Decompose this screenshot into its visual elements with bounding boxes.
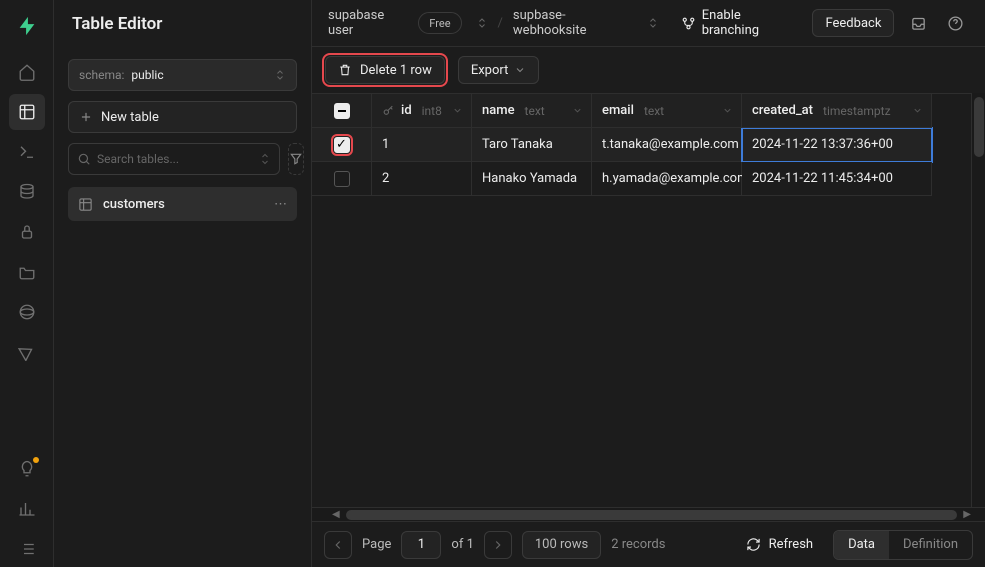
- chevron-down-icon[interactable]: [722, 105, 733, 116]
- toolbar: Delete 1 row Export: [312, 47, 985, 93]
- table-item-menu[interactable]: ⋯: [274, 197, 287, 212]
- org-name[interactable]: supabase user: [328, 8, 408, 38]
- records-count: 2 records: [611, 537, 665, 552]
- row-checkbox[interactable]: [312, 162, 372, 196]
- delete-rows-button[interactable]: Delete 1 row: [325, 56, 445, 84]
- horizontal-scrollbar[interactable]: ◀▶: [312, 507, 985, 521]
- key-icon: [382, 104, 395, 117]
- table-item-customers[interactable]: customers ⋯: [68, 187, 297, 221]
- table-icon: [78, 197, 93, 212]
- refresh-icon: [746, 537, 761, 552]
- nav-storage[interactable]: [9, 254, 45, 290]
- schema-selector[interactable]: schema: public: [68, 59, 297, 91]
- chevron-down-icon[interactable]: [572, 105, 583, 116]
- feedback-button[interactable]: Feedback: [812, 9, 894, 37]
- chevron-down-icon[interactable]: [912, 105, 923, 116]
- cell-id[interactable]: 2: [372, 162, 472, 196]
- cell-name[interactable]: Hanako Yamada: [472, 162, 592, 196]
- vertical-scrollbar[interactable]: [971, 93, 985, 507]
- refresh-button[interactable]: Refresh: [734, 537, 825, 552]
- page-input[interactable]: [401, 531, 441, 559]
- export-button[interactable]: Export: [458, 56, 540, 84]
- cell-email[interactable]: t.tanaka@example.com: [592, 128, 742, 162]
- inbox-button[interactable]: [904, 8, 931, 38]
- nav-database[interactable]: [9, 174, 45, 210]
- delete-highlight: Delete 1 row: [322, 53, 448, 87]
- view-data-tab[interactable]: Data: [834, 531, 889, 559]
- search-tables-input[interactable]: [68, 143, 280, 175]
- org-switch-icon[interactable]: [476, 17, 488, 29]
- trash-icon: [338, 63, 352, 77]
- cell-created-at[interactable]: 2024-11-22 11:45:34+00: [742, 162, 932, 196]
- nav-advisor[interactable]: [9, 451, 45, 487]
- filter-icon: [289, 152, 303, 166]
- sidebar: Table Editor schema: public New table: [54, 0, 312, 567]
- prev-page-button[interactable]: [324, 531, 352, 559]
- cell-created-at[interactable]: 2024-11-22 13:37:36+00: [742, 128, 932, 162]
- view-toggle: Data Definition: [833, 530, 973, 560]
- branch-icon: [681, 16, 696, 31]
- chevron-down-icon[interactable]: [452, 105, 463, 116]
- page-of-label: of 1: [451, 537, 473, 552]
- column-header-email[interactable]: emailtext: [592, 94, 742, 128]
- search-icon: [77, 152, 91, 166]
- nav-rail: [0, 0, 54, 567]
- project-switch-icon[interactable]: [647, 17, 659, 29]
- data-grid: idint8 nametext emailtext created_attime…: [312, 93, 985, 507]
- rows-per-page[interactable]: 100 rows: [522, 531, 601, 559]
- inbox-icon: [910, 15, 927, 32]
- row-checkbox[interactable]: ✓: [312, 128, 372, 162]
- chevron-down-icon: [514, 64, 526, 76]
- column-header-id[interactable]: idint8: [372, 94, 472, 128]
- supabase-logo[interactable]: [11, 10, 43, 42]
- chevron-right-icon: [491, 538, 505, 552]
- next-page-button[interactable]: [484, 531, 512, 559]
- footer: Page of 1 100 rows 2 records Refresh Dat…: [312, 521, 985, 567]
- project-name[interactable]: supbase-webhooksite: [513, 8, 633, 38]
- help-button[interactable]: [942, 8, 969, 38]
- view-definition-tab[interactable]: Definition: [889, 531, 972, 559]
- enable-branching-button[interactable]: Enable branching: [669, 9, 803, 37]
- nav-reports[interactable]: [9, 491, 45, 527]
- topbar: supabase user Free / supbase-webhooksite…: [312, 0, 985, 47]
- filter-button[interactable]: [288, 143, 304, 175]
- cell-email[interactable]: h.yamada@example.com: [592, 162, 742, 196]
- chevron-down-icon: [259, 153, 271, 165]
- cell-name[interactable]: Taro Tanaka: [472, 128, 592, 162]
- nav-edge[interactable]: [9, 294, 45, 330]
- column-header-name[interactable]: nametext: [472, 94, 592, 128]
- nav-realtime[interactable]: [9, 334, 45, 370]
- nav-sql[interactable]: [9, 134, 45, 170]
- nav-table-editor[interactable]: [9, 94, 45, 130]
- nav-auth[interactable]: [9, 214, 45, 250]
- new-table-button[interactable]: New table: [68, 101, 297, 133]
- chevron-left-icon: [331, 538, 345, 552]
- cell-id[interactable]: 1: [372, 128, 472, 162]
- nav-home[interactable]: [9, 54, 45, 90]
- column-header-created-at[interactable]: created_attimestamptz: [742, 94, 932, 128]
- page-label: Page: [362, 537, 391, 552]
- select-all-checkbox[interactable]: [312, 94, 372, 128]
- plan-badge[interactable]: Free: [418, 12, 461, 34]
- help-icon: [947, 15, 964, 32]
- nav-list[interactable]: [9, 531, 45, 567]
- page-title: Table Editor: [54, 0, 311, 47]
- main: supabase user Free / supbase-webhooksite…: [312, 0, 985, 567]
